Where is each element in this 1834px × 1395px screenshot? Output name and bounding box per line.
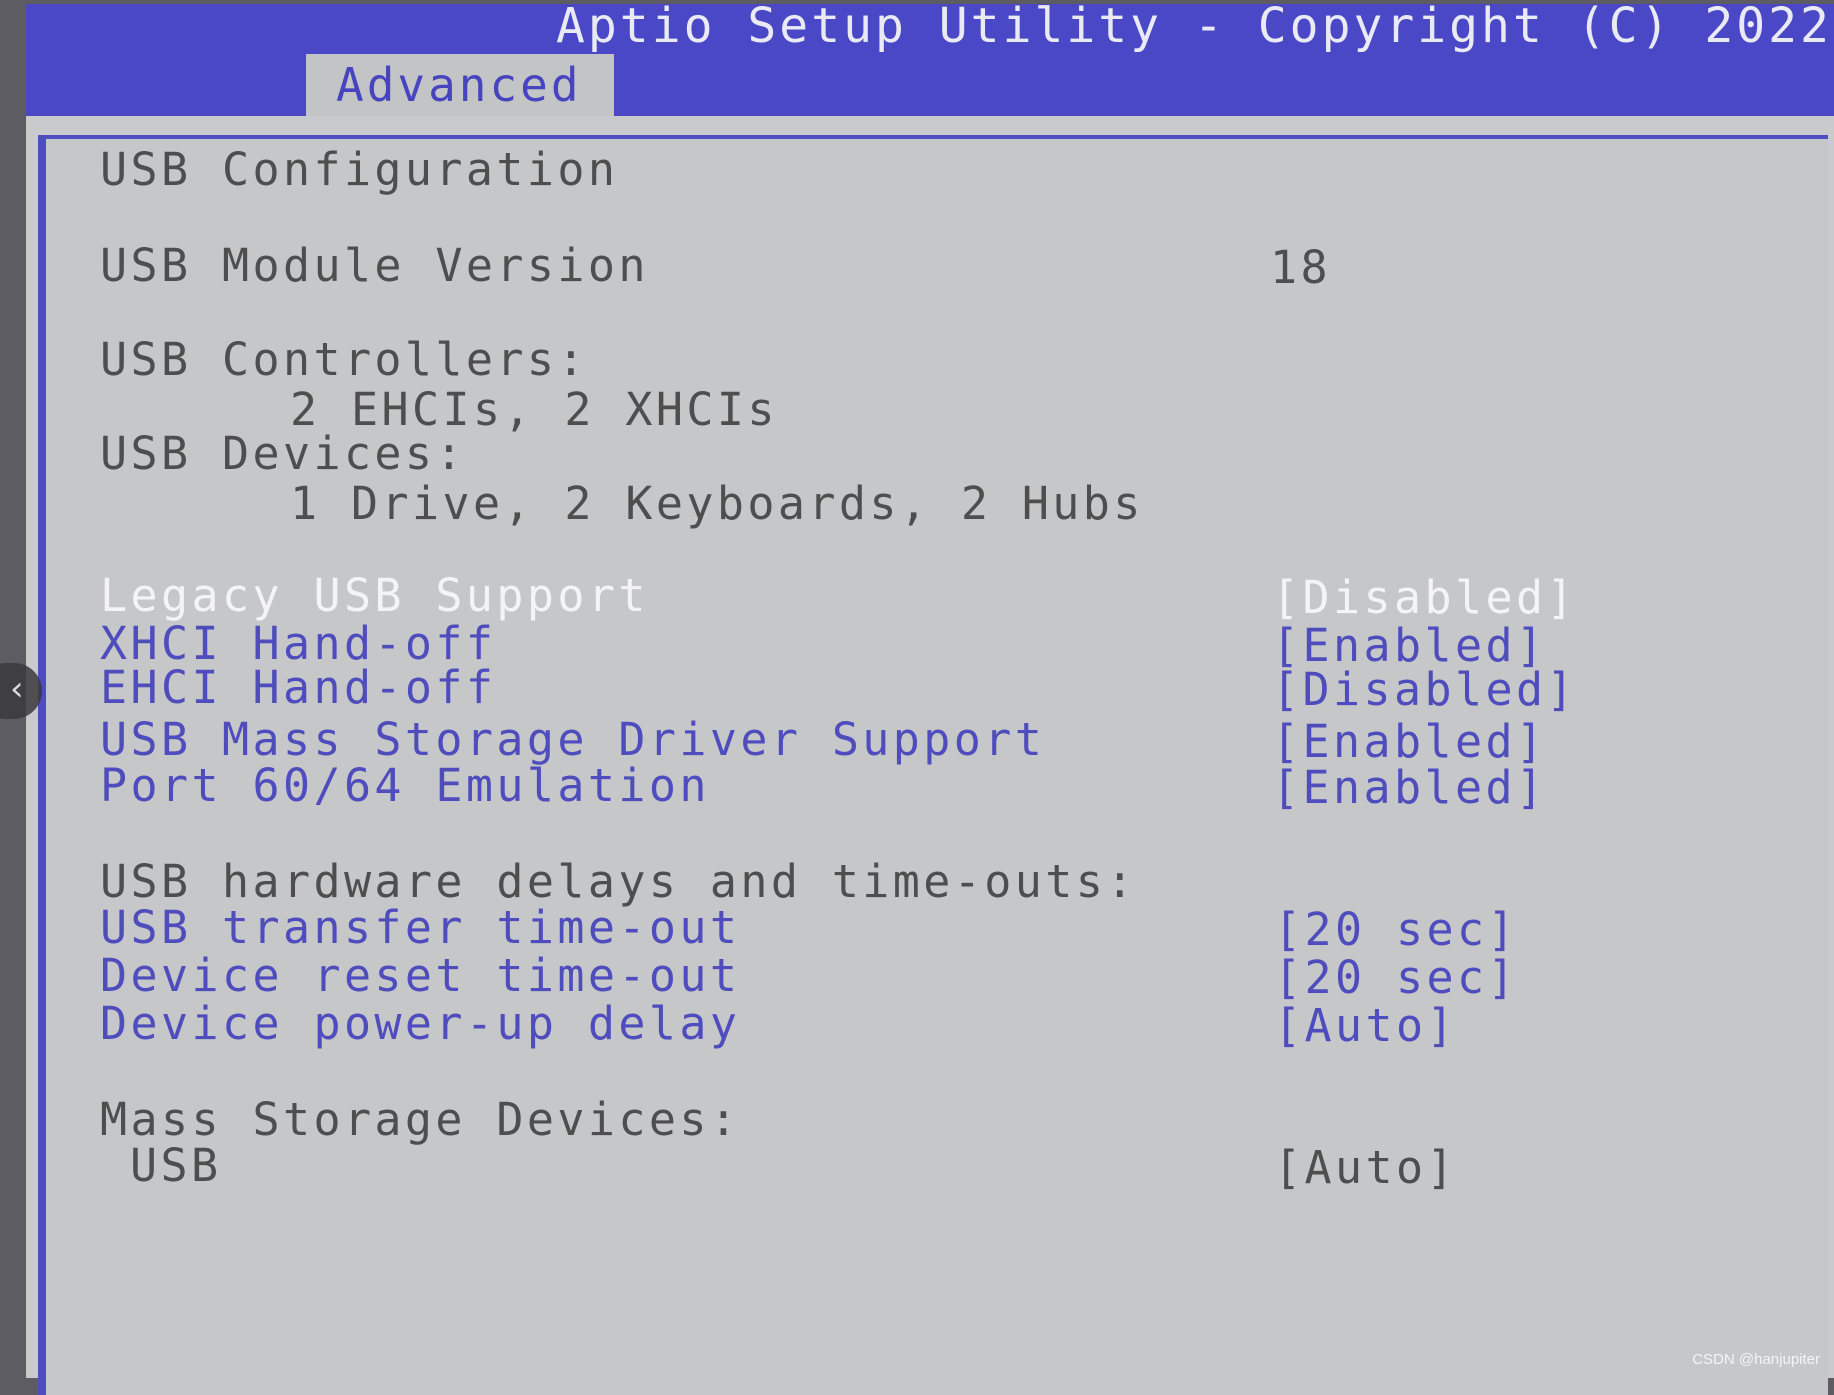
controllers-label: USB Controllers: bbox=[100, 333, 588, 386]
tab-label: Advanced bbox=[336, 58, 582, 112]
title-bar: Aptio Setup Utility - Copyright (C) 2022… bbox=[26, 0, 1834, 116]
module-version-label: USB Module Version bbox=[100, 239, 649, 292]
option-device-power-up-delay-value[interactable]: [Auto] bbox=[1274, 1000, 1457, 1052]
tab-advanced[interactable]: Advanced bbox=[306, 54, 614, 116]
bios-screen: Aptio Setup Utility - Copyright (C) 2022… bbox=[26, 0, 1834, 1395]
option-device-reset-timeout[interactable]: Device reset time-out bbox=[100, 950, 740, 1002]
section-title: USB Configuration bbox=[100, 143, 619, 196]
option-device-reset-timeout-value[interactable]: [20 sec] bbox=[1274, 952, 1518, 1004]
mass-storage-usb-label: USB bbox=[130, 1139, 222, 1192]
option-legacy-usb-support-value[interactable]: [Disabled] bbox=[1272, 572, 1577, 624]
option-port-60-64-emulation-value[interactable]: [Enabled] bbox=[1272, 762, 1546, 814]
option-usb-transfer-timeout-value[interactable]: [20 sec] bbox=[1274, 904, 1518, 956]
devices-label: USB Devices: bbox=[100, 427, 466, 480]
module-version-value: 18 bbox=[1270, 241, 1331, 294]
option-port-60-64-emulation[interactable]: Port 60/64 Emulation bbox=[100, 760, 710, 812]
app-title: Aptio Setup Utility - Copyright (C) 2022 bbox=[556, 0, 1834, 54]
option-ehci-hand-off-value[interactable]: [Disabled] bbox=[1272, 664, 1577, 716]
option-usb-transfer-timeout[interactable]: USB transfer time-out bbox=[100, 902, 740, 954]
option-device-power-up-delay[interactable]: Device power-up delay bbox=[100, 998, 740, 1050]
watermark: CSDN @hanjupiter bbox=[1692, 1351, 1820, 1368]
chevron-left-icon: ‹ bbox=[10, 669, 24, 709]
devices-value: 1 Drive, 2 Keyboards, 2 Hubs bbox=[290, 477, 1144, 530]
mass-storage-usb-value[interactable]: [Auto] bbox=[1274, 1142, 1457, 1194]
option-legacy-usb-support[interactable]: Legacy USB Support bbox=[100, 570, 649, 622]
option-ehci-hand-off[interactable]: EHCI Hand-off bbox=[100, 662, 496, 714]
